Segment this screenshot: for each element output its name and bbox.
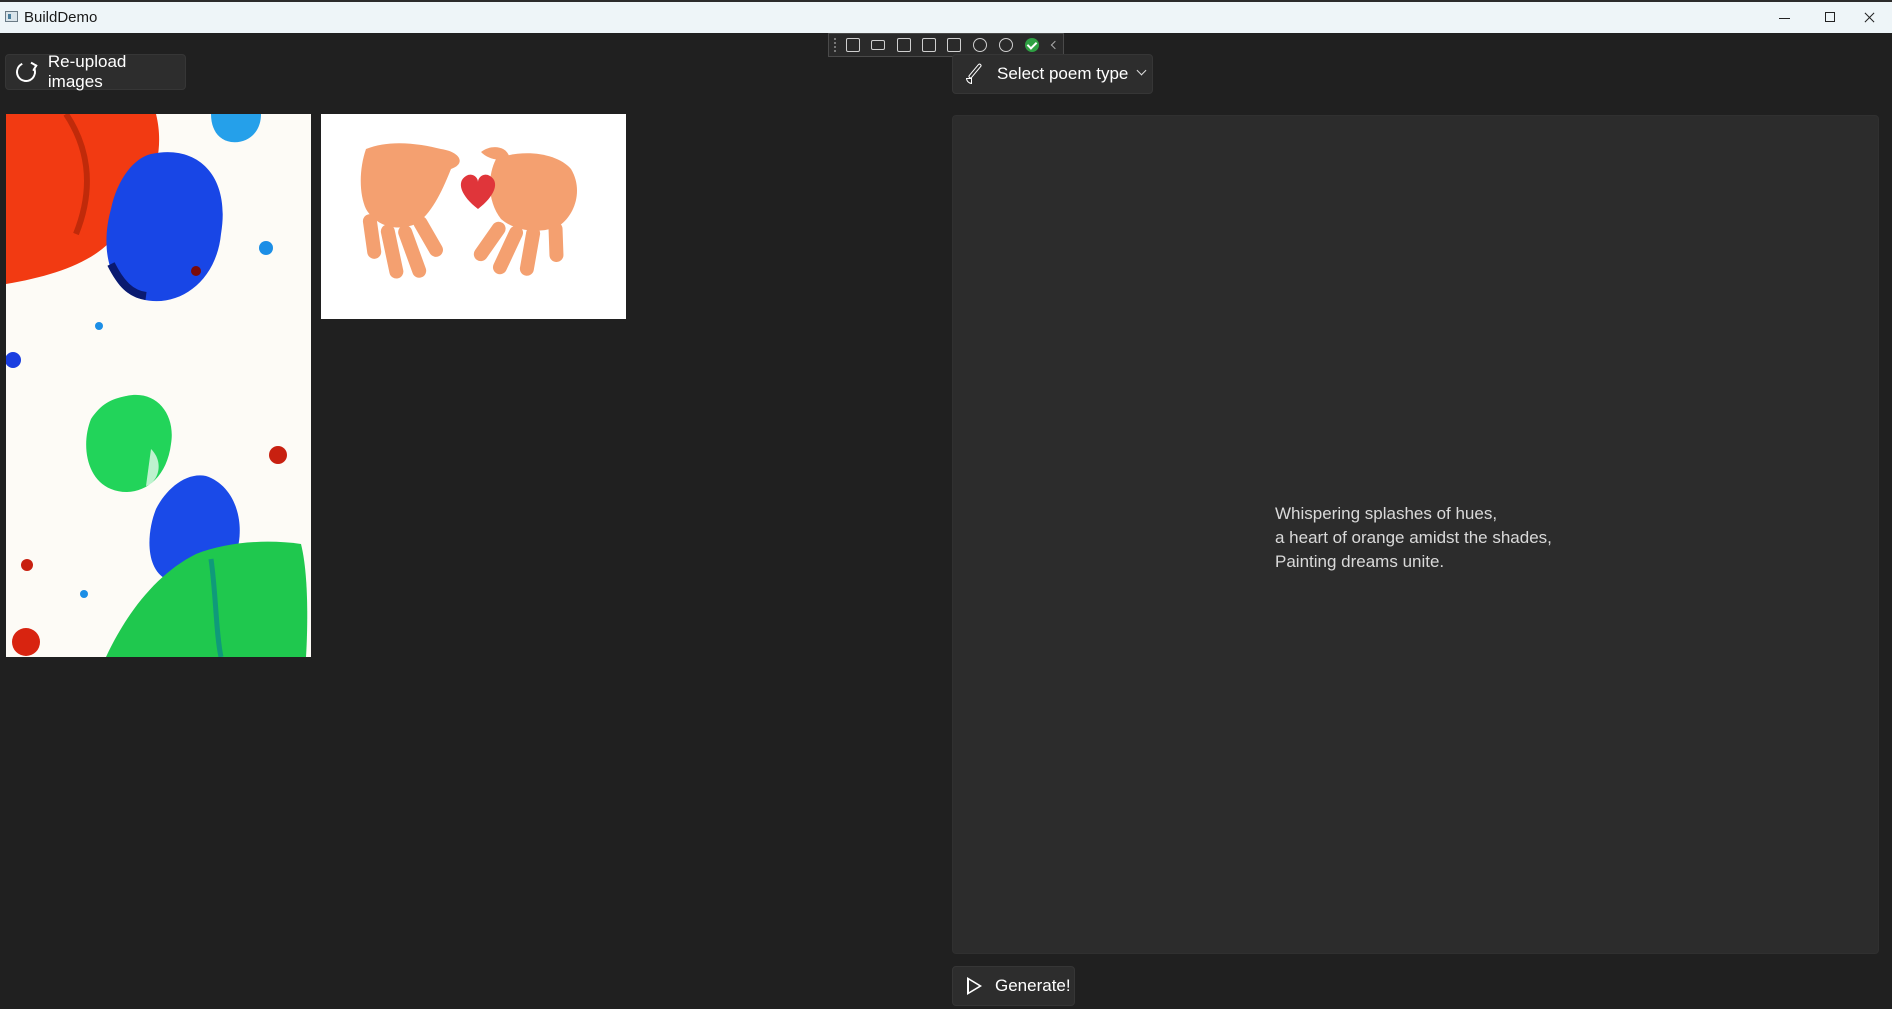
uploaded-image-paint-splashes[interactable] [6,114,311,657]
generate-button[interactable]: Generate! [952,966,1075,1006]
title-bar: BuildDemo [0,0,1892,33]
accessibility-icon[interactable] [999,38,1013,52]
select-element-icon[interactable] [897,38,911,52]
paint-splashes-image [6,114,311,657]
camera-icon[interactable] [871,40,885,50]
poem-text: Whispering splashes of hues, a heart of … [1275,502,1552,574]
uploaded-image-handprints[interactable] [321,114,626,319]
minimize-icon[interactable] [1762,2,1808,33]
brush-icon [965,64,985,84]
poem-type-label: Select poem type [997,64,1129,83]
status-ok-icon[interactable] [1025,38,1039,52]
live-tree-icon[interactable] [846,38,860,52]
reupload-label: Re-upload images [47,52,127,91]
handprints-image [321,114,626,319]
reupload-images-button[interactable]: Re-upload images [5,52,186,91]
poem-line: a heart of orange amidst the shades, [1275,528,1552,547]
layout-adorner-icon[interactable] [922,38,936,52]
drag-handle-icon[interactable] [834,38,842,52]
track-focus-icon[interactable] [947,38,961,52]
select-poem-type-dropdown[interactable]: Select poem type [952,54,1153,94]
poem-line: Painting dreams unite. [1275,552,1445,571]
chevron-down-icon [1138,67,1146,75]
poem-line: Whispering splashes of hues, [1275,504,1498,523]
collapse-chevron-icon[interactable] [1047,38,1061,52]
close-icon[interactable] [1846,2,1892,33]
poem-output-panel: Whispering splashes of hues, a heart of … [952,115,1879,954]
window-title: BuildDemo [24,9,98,26]
hot-reload-icon[interactable] [973,38,987,52]
refresh-icon [13,59,39,85]
app-icon [5,11,18,22]
generate-label: Generate! [995,976,1071,995]
